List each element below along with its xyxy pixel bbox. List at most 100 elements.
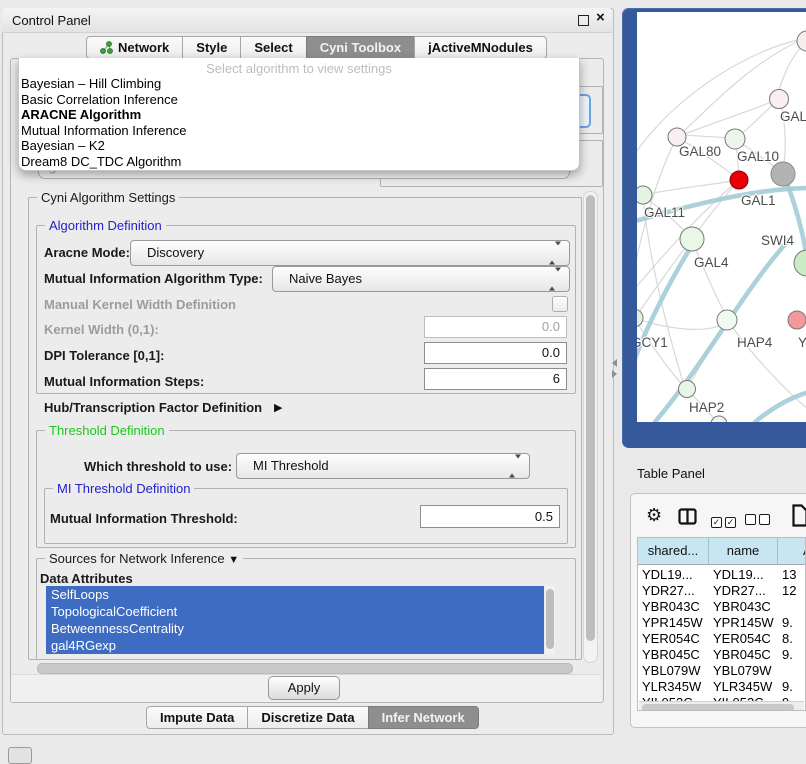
- collapse-arrow-icon[interactable]: ▼: [228, 554, 239, 566]
- node-label: SWI4: [761, 233, 794, 248]
- apply-button[interactable]: Apply: [268, 676, 340, 700]
- tab-discretize-data[interactable]: Discretize Data: [247, 706, 367, 729]
- dpi-tolerance-label: DPI Tolerance [0,1]:: [44, 348, 164, 363]
- table-cell: YDL19...: [638, 567, 709, 583]
- tab-impute-data[interactable]: Impute Data: [146, 706, 247, 729]
- table-row[interactable]: YBR043CYBR043C: [638, 599, 806, 615]
- expand-arrow-icon[interactable]: ▶: [274, 401, 282, 414]
- collapsed-panel-icon[interactable]: [8, 747, 32, 764]
- dpi-tolerance-field[interactable]: 0.0: [424, 342, 567, 364]
- divider-collapse-left-icon[interactable]: [612, 359, 617, 367]
- settings-hscroll-thumb[interactable]: [37, 663, 573, 674]
- network-node-gcy1[interactable]: [637, 309, 643, 327]
- table-row[interactable]: YBR045CYBR045C9.: [638, 647, 806, 663]
- network-node[interactable]: [797, 31, 806, 51]
- data-attributes-list: SelfLoopsTopologicalCoefficientBetweenne…: [46, 586, 544, 654]
- list-scrollbar-track[interactable]: [545, 586, 555, 654]
- list-scrollbar-thumb[interactable]: [546, 589, 554, 649]
- table-cell: YLR345W: [709, 679, 778, 695]
- column-header[interactable]: name: [709, 538, 778, 565]
- data-attribute-item[interactable]: BetweennessCentrality: [46, 620, 544, 637]
- node-table[interactable]: shared...nameA YDL19...YDL19...13YDR27..…: [637, 537, 806, 711]
- network-node-hap2[interactable]: [679, 381, 696, 398]
- network-node-gal[interactable]: [770, 90, 789, 109]
- settings-vscrollbar[interactable]: [583, 191, 598, 663]
- network-node-gal11[interactable]: [637, 186, 652, 204]
- network-node-y[interactable]: [788, 311, 806, 329]
- network-canvas[interactable]: GALGAL80GAL10GAL1GAL11SWI4GAL4GCY1HAP4YH…: [637, 30, 806, 422]
- network-node[interactable]: [771, 162, 795, 186]
- spinner-arrows-icon: [549, 272, 561, 287]
- table-row[interactable]: YLR345WYLR345W9.: [638, 679, 806, 695]
- table-cell: 12: [778, 583, 806, 599]
- tab-label: Impute Data: [160, 707, 234, 728]
- table-row[interactable]: YPR145WYPR145W9.: [638, 615, 806, 631]
- node-label: HAP2: [689, 400, 724, 415]
- mi-threshold-field[interactable]: 0.5: [420, 505, 560, 528]
- control-panel-tabbar: Network Style Select Cyni ToolboxjActiveMNo…: [86, 36, 547, 59]
- data-attribute-item[interactable]: TopologicalCoefficient: [46, 603, 544, 620]
- aracne-mode-select[interactable]: Discovery: [130, 240, 570, 266]
- table-row[interactable]: YER054CYER054C8.: [638, 631, 806, 647]
- settings-gear-icon[interactable]: ⚙: [646, 505, 662, 526]
- network-edge: [755, 392, 806, 422]
- float-panel-icon[interactable]: [578, 15, 589, 26]
- close-icon[interactable]: ×: [596, 9, 605, 26]
- algorithm-dropdown-popup: Select algorithm to view settings Bayesi…: [18, 58, 580, 171]
- which-threshold-label: Which threshold to use:: [84, 459, 232, 474]
- dropdown-item[interactable]: Mutual Information Inference: [19, 123, 579, 139]
- tab-network[interactable]: Network: [86, 36, 182, 59]
- table-cell: 8.: [778, 631, 806, 647]
- network-node-gal1[interactable]: [730, 171, 748, 189]
- divider-collapse-right-icon[interactable]: [612, 370, 617, 378]
- tab-label: Network: [118, 37, 169, 58]
- column-header[interactable]: A: [778, 538, 806, 565]
- table-row[interactable]: YDR27...YDR27...12: [638, 583, 806, 599]
- tab-label: Select: [254, 37, 292, 58]
- table-panel-title: Table Panel: [637, 466, 705, 481]
- dropdown-hint: Select algorithm to view settings: [19, 58, 579, 76]
- mi-steps-field[interactable]: 6: [424, 368, 567, 390]
- dropdown-item[interactable]: Bayesian – Hill Climbing: [19, 76, 579, 92]
- deselect-all-columns-icon[interactable]: [745, 512, 773, 530]
- table-cell: YDR27...: [638, 583, 709, 599]
- table-header-row[interactable]: shared...nameA: [638, 538, 806, 565]
- tab-jactivemnodules[interactable]: jActiveMNodules: [414, 36, 547, 59]
- dropdown-item[interactable]: Basic Correlation Inference: [19, 92, 579, 108]
- hub-definition-label[interactable]: Hub/Transcription Factor Definition: [44, 400, 262, 415]
- split-columns-icon[interactable]: [678, 508, 697, 525]
- node-label: GAL11: [644, 205, 685, 220]
- network-node-hap4[interactable]: [717, 310, 737, 330]
- network-node-gal4[interactable]: [680, 227, 704, 251]
- table-cell: YBR043C: [709, 599, 778, 615]
- table-row[interactable]: YBL079WYBL079W: [638, 663, 806, 679]
- which-threshold-select[interactable]: MI Threshold: [236, 453, 530, 479]
- settings-hscrollbar[interactable]: [33, 662, 579, 673]
- mi-algorithm-type-select[interactable]: Naive Bayes: [272, 266, 570, 292]
- new-table-icon[interactable]: [792, 504, 806, 527]
- table-cell: 13: [778, 567, 806, 583]
- tab-cyni-toolbox[interactable]: Cyni Toolbox: [306, 36, 414, 59]
- dropdown-item[interactable]: ARACNE Algorithm: [19, 107, 579, 123]
- network-node-swi4[interactable]: [794, 250, 806, 276]
- tab-infer-network[interactable]: Infer Network: [368, 706, 479, 729]
- tab-select[interactable]: Select: [240, 36, 305, 59]
- network-node-gal10[interactable]: [725, 129, 745, 149]
- select-all-columns-icon[interactable]: ✓✓: [711, 512, 739, 530]
- kernel-width-field[interactable]: 0.0: [424, 316, 567, 338]
- dropdown-item[interactable]: Dream8 DC_TDC Algorithm: [19, 154, 579, 170]
- column-header[interactable]: shared...: [638, 538, 709, 565]
- table-hscrollbar[interactable]: [639, 701, 804, 711]
- table-cell: YBR045C: [638, 647, 709, 663]
- manual-kernel-width-checkbox[interactable]: [552, 296, 568, 312]
- data-attribute-item[interactable]: gal4RGexp: [46, 637, 544, 654]
- data-attribute-item[interactable]: SelfLoops: [46, 586, 544, 603]
- tab-style[interactable]: Style: [182, 36, 240, 59]
- dropdown-item[interactable]: Bayesian – K2: [19, 138, 579, 154]
- network-edge: [697, 180, 739, 232]
- kernel-width-label: Kernel Width (0,1):: [44, 322, 159, 337]
- node-label: GCY1: [637, 335, 668, 350]
- table-hscroll-thumb[interactable]: [642, 704, 794, 711]
- settings-vscroll-thumb[interactable]: [586, 195, 595, 641]
- table-row[interactable]: YDL19...YDL19...13: [638, 567, 806, 583]
